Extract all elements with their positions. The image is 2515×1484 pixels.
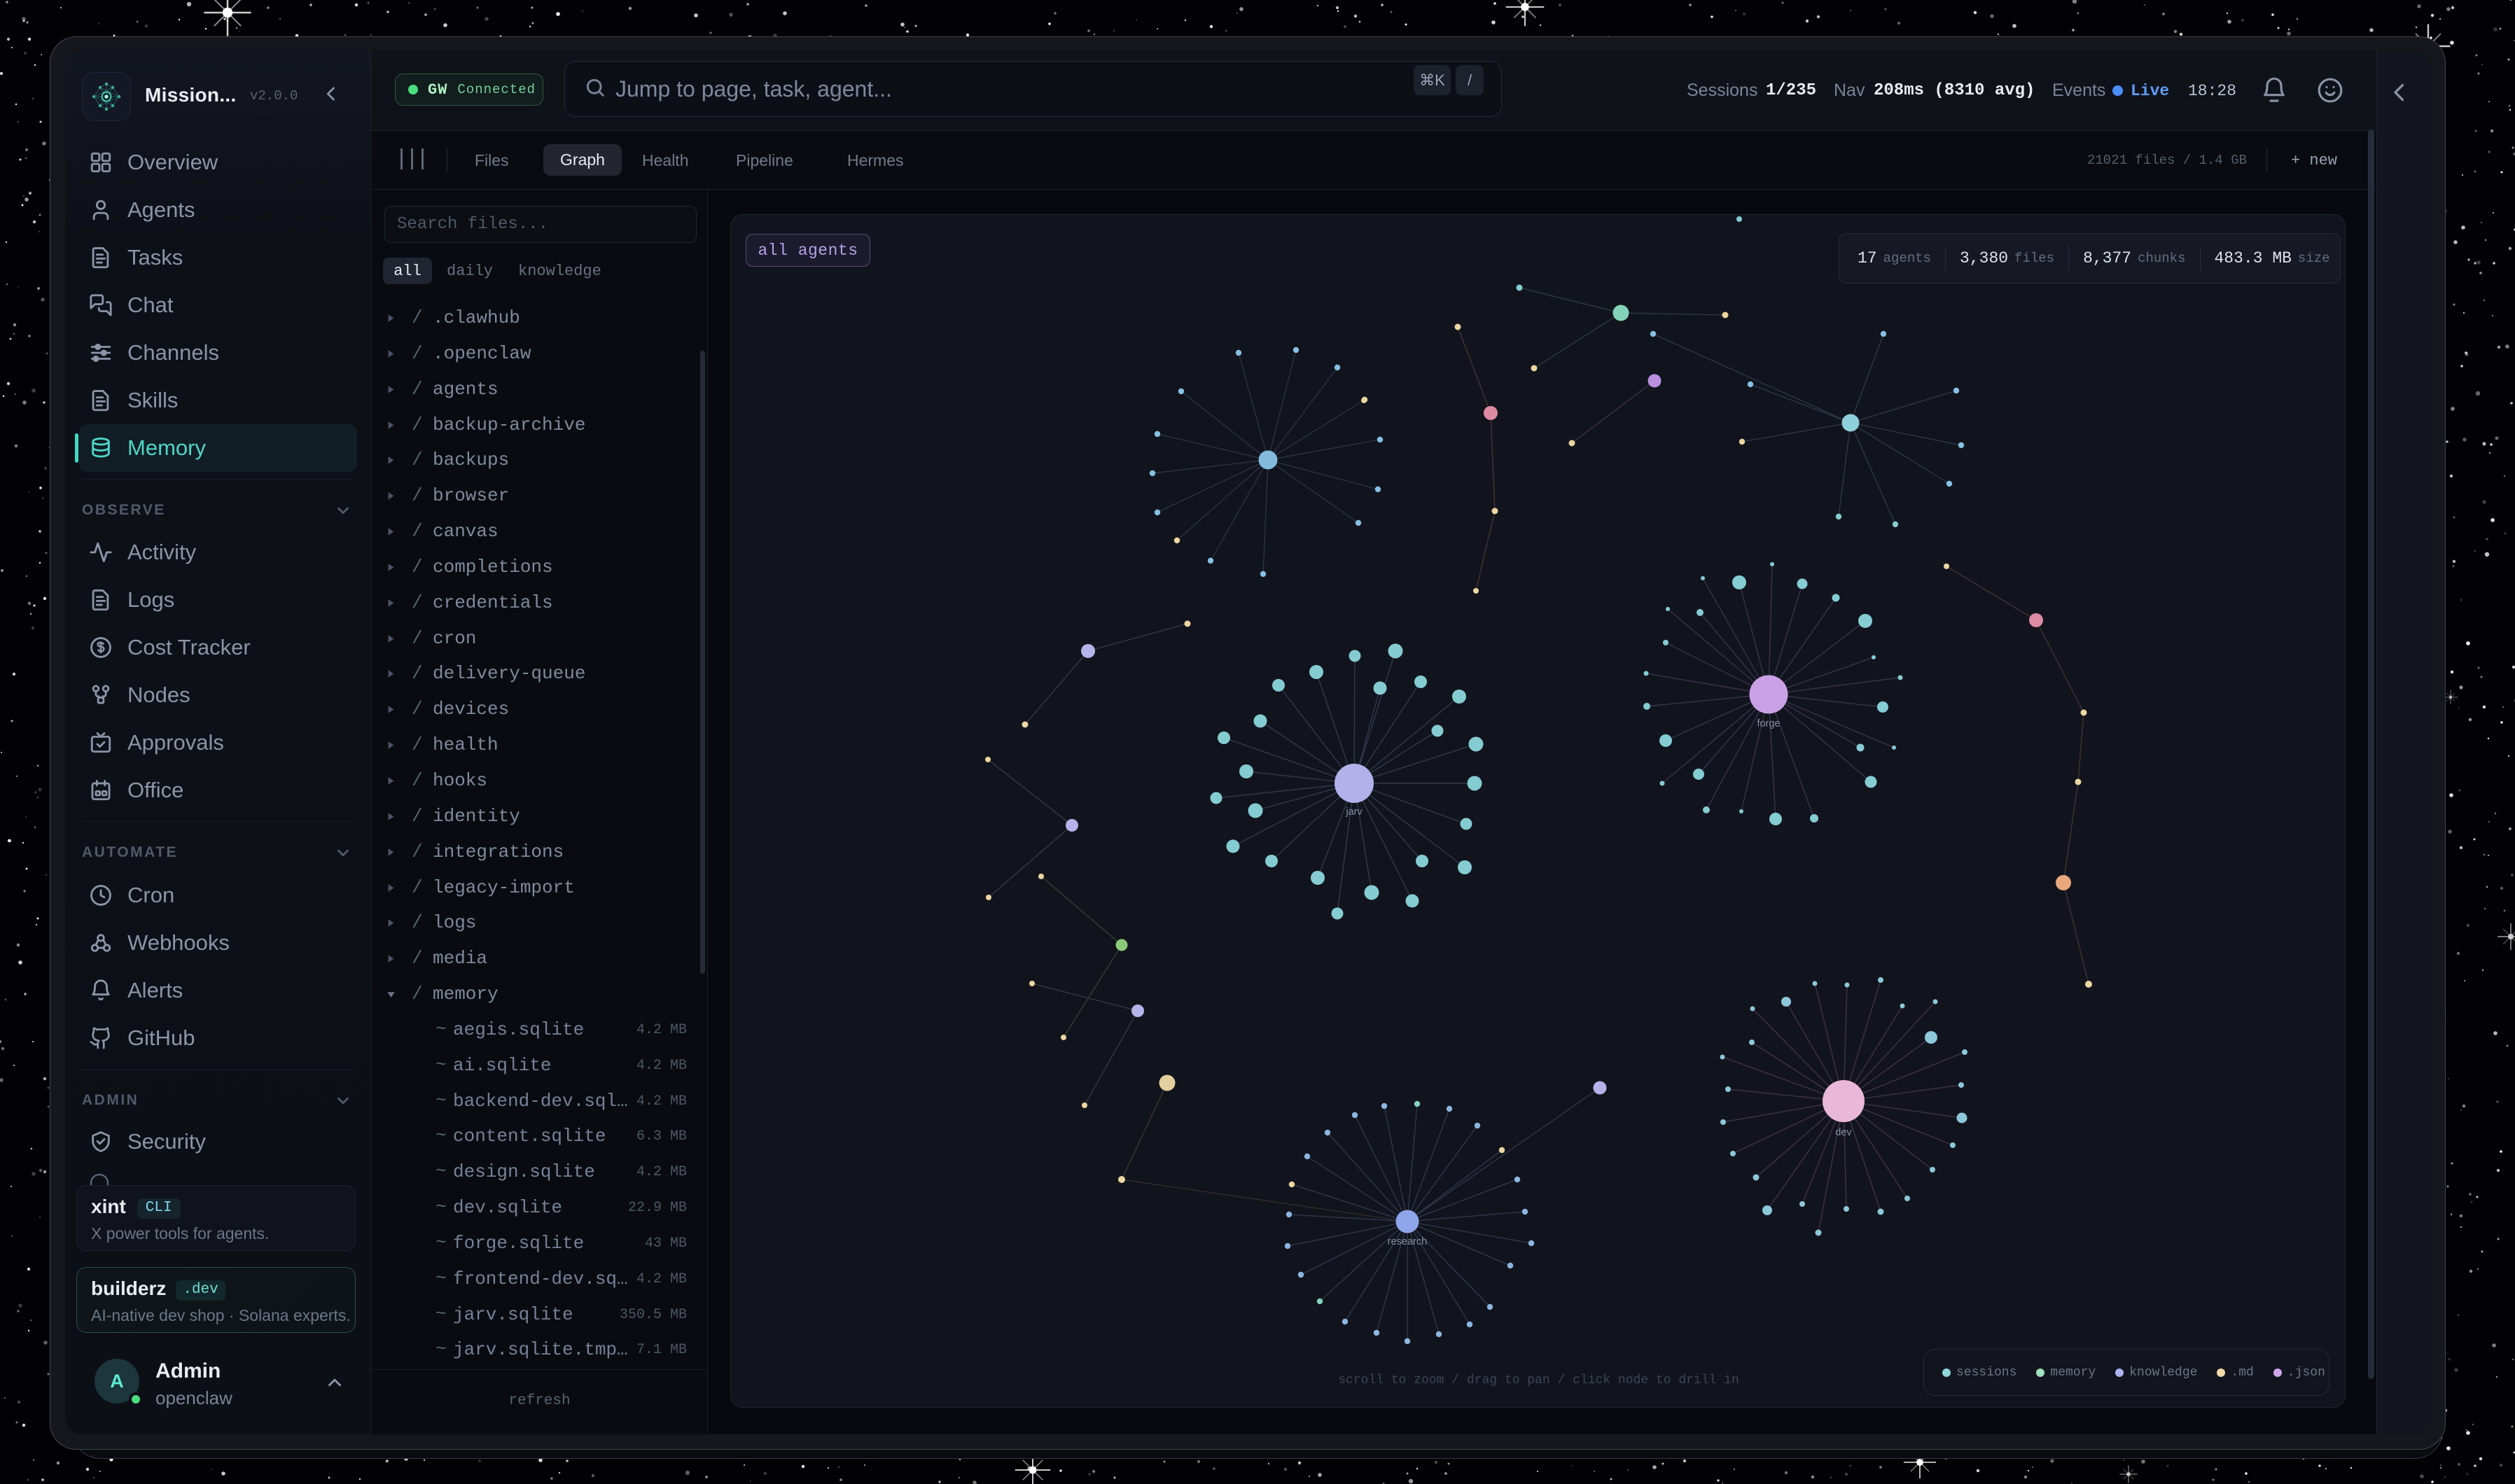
svg-text:dev: dev: [1835, 1127, 1852, 1138]
svg-text:forge: forge: [1757, 718, 1780, 729]
svg-text:research: research: [1388, 1236, 1427, 1247]
svg-text:jarv: jarv: [1345, 806, 1363, 818]
